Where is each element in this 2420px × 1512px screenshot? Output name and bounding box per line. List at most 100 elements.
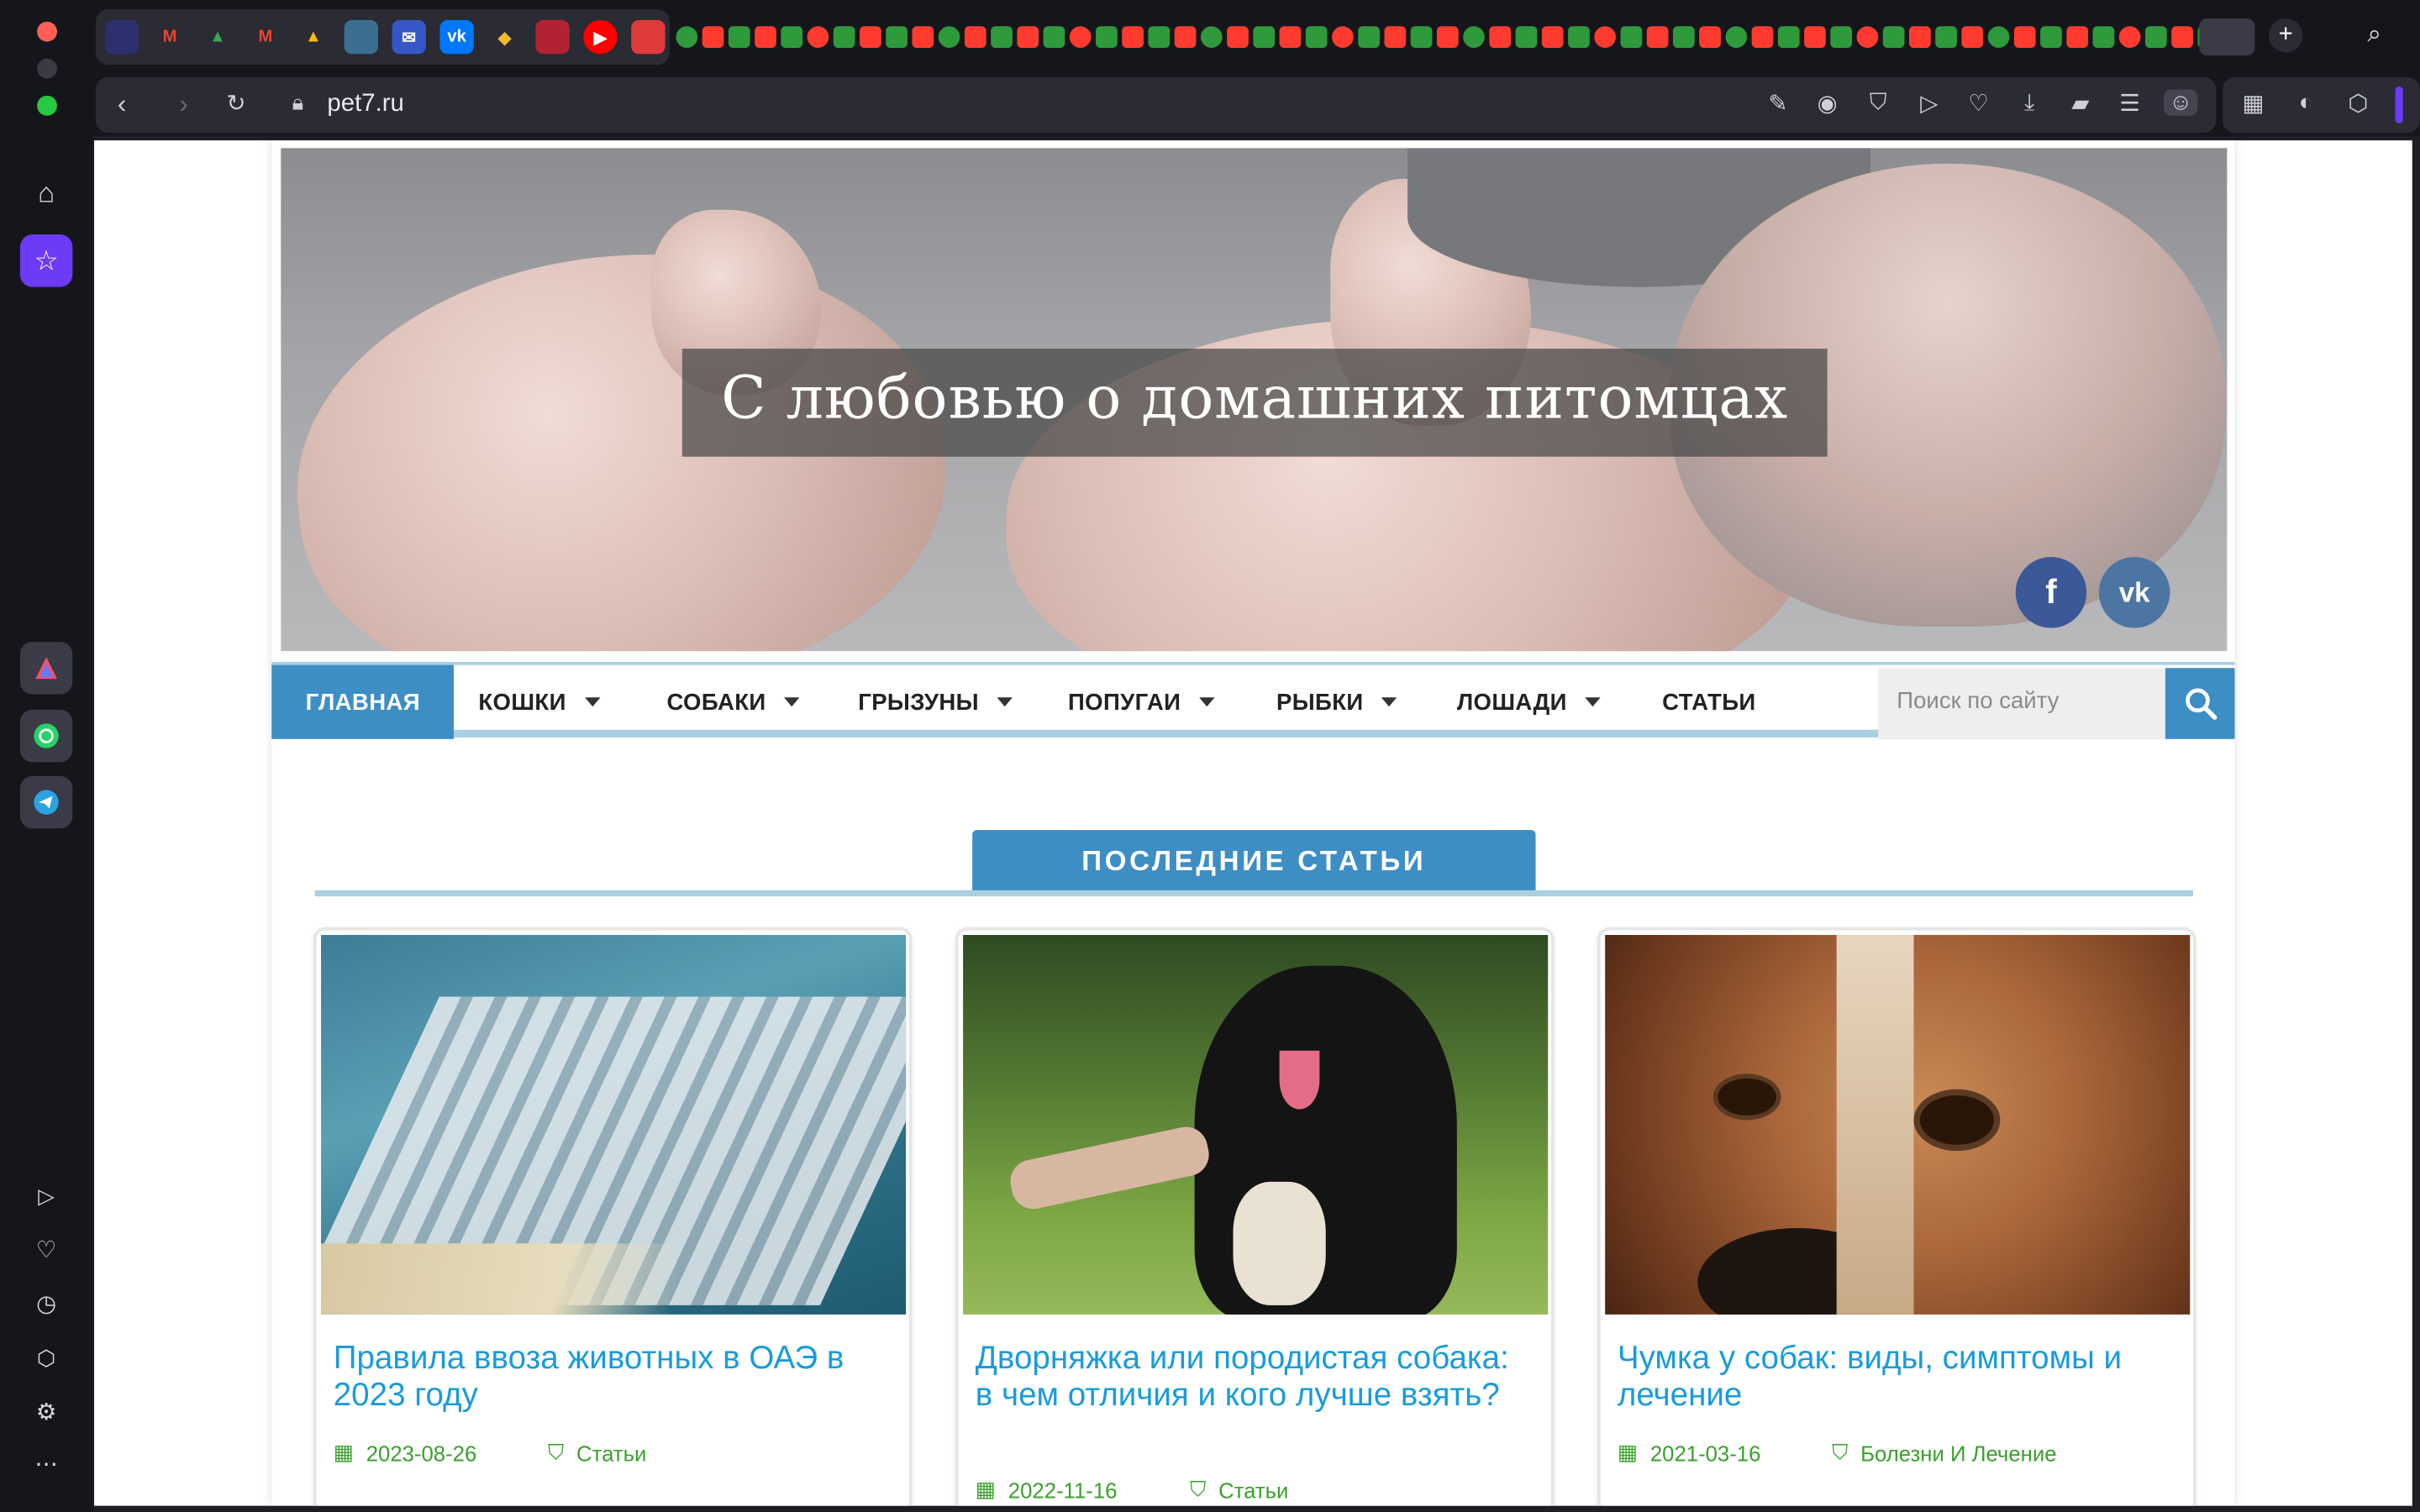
telegram-icon[interactable] xyxy=(19,775,73,829)
shield-icon[interactable]: ⛉ xyxy=(1861,90,1895,116)
tab-favicon[interactable] xyxy=(1594,26,1617,48)
tab-favicon[interactable] xyxy=(2171,26,2193,48)
send-icon[interactable]: ▷ xyxy=(1912,90,1946,117)
tab-favicon[interactable] xyxy=(1751,26,1774,48)
youtube-tab-icon[interactable]: ▶ xyxy=(583,19,618,55)
tab-favicon[interactable] xyxy=(1699,26,1721,48)
article-category[interactable]: ⛉ Статьи xyxy=(1190,1477,1288,1503)
url-field[interactable]: pet7.ru xyxy=(327,91,403,118)
menu-item-parrots[interactable]: ПОПУГАИ xyxy=(1068,665,1215,739)
search-input[interactable]: Поиск по сайту xyxy=(1878,668,2165,739)
tab-favicon[interactable] xyxy=(1725,26,1748,48)
tab-favicon[interactable] xyxy=(1777,26,1800,48)
tab-favicon[interactable] xyxy=(1646,26,1669,48)
article-image[interactable] xyxy=(963,935,1549,1315)
tab-favicon[interactable] xyxy=(1908,26,1931,48)
battery-icon[interactable]: ▰ xyxy=(2064,90,2097,117)
tab-favicon[interactable] xyxy=(1227,26,1249,48)
tab-favicon[interactable] xyxy=(2092,26,2115,48)
tab-favicon[interactable] xyxy=(1620,26,1643,48)
tab-favicon[interactable] xyxy=(1096,26,1118,48)
tab-favicon[interactable] xyxy=(1017,26,1039,48)
drive-tab-icon[interactable]: ▲ xyxy=(297,20,330,54)
tab-favicon[interactable] xyxy=(938,26,960,48)
back-icon[interactable]: ‹ xyxy=(105,90,139,121)
tab-favicon[interactable] xyxy=(2040,26,2062,48)
player-icon[interactable]: ▷ xyxy=(20,1169,72,1221)
cube-icon[interactable]: ⬡ xyxy=(2341,90,2375,117)
facebook-button[interactable]: f xyxy=(2015,557,2087,628)
tab-favicon[interactable] xyxy=(755,26,776,48)
menu-item-dogs[interactable]: СОБАКИ xyxy=(666,665,800,739)
gmail-tab-icon[interactable]: M xyxy=(249,20,282,54)
tab-favicon[interactable] xyxy=(1384,26,1407,48)
menu-item-cats[interactable]: КОШКИ xyxy=(478,665,601,739)
article-image[interactable] xyxy=(321,935,907,1315)
vk-tab-icon[interactable]: vk xyxy=(439,19,474,55)
tab-favicon[interactable] xyxy=(1804,26,1826,48)
tab-favicon[interactable] xyxy=(1358,26,1381,48)
tab-favicon[interactable] xyxy=(1253,26,1276,48)
tab-favicon[interactable] xyxy=(1436,26,1459,48)
tab-favicon[interactable] xyxy=(781,26,803,48)
tab-favicon[interactable] xyxy=(833,26,855,48)
menu-item-fish[interactable]: РЫБКИ xyxy=(1276,665,1397,739)
menu-item-horses[interactable]: ЛОШАДИ xyxy=(1457,665,1602,739)
tab-favicon[interactable] xyxy=(2118,26,2141,48)
cube-icon[interactable]: ⬡ xyxy=(20,1331,72,1383)
tab-favicon[interactable] xyxy=(1830,26,1853,48)
camera-icon[interactable]: ◉ xyxy=(1810,90,1844,117)
profile-icon[interactable]: ☺ xyxy=(2164,89,2198,116)
star-icon[interactable]: ☆ xyxy=(19,234,73,287)
tab-favicon[interactable] xyxy=(912,26,934,48)
extension-icon[interactable]: ▦ xyxy=(2236,90,2270,117)
tab-favicon[interactable] xyxy=(1961,26,1984,48)
tab-favicon[interactable] xyxy=(676,26,698,48)
settings-icon[interactable]: ⚙ xyxy=(20,1385,72,1437)
drive-tab-icon[interactable]: ▲ xyxy=(201,20,234,54)
tab-favicon[interactable] xyxy=(1305,26,1328,48)
tab-favicon[interactable] xyxy=(728,26,750,48)
binance-tab-icon[interactable]: ◆ xyxy=(487,20,521,54)
article-card[interactable]: Дворняжка или породистая собака: в чем о… xyxy=(955,927,1555,1506)
tab-favicon[interactable] xyxy=(1174,26,1197,48)
article-card[interactable]: Правила ввоза животных в ОАЭ в 2023 году… xyxy=(313,927,913,1506)
forward-icon[interactable]: › xyxy=(166,90,200,121)
easy-setup-icon[interactable]: ☰ xyxy=(2112,90,2146,117)
gmail-tab-icon[interactable]: M xyxy=(153,20,187,54)
tab-favicon[interactable] xyxy=(1882,26,1905,48)
article-title[interactable]: Правила ввоза животных в ОАЭ в 2023 году xyxy=(334,1341,889,1415)
aria-app-icon[interactable] xyxy=(19,642,73,695)
article-image[interactable] xyxy=(1605,935,2191,1315)
edit-icon[interactable]: ✎ xyxy=(1761,90,1795,117)
article-card[interactable]: Чумка у собак: виды, симптомы и лечение … xyxy=(1597,927,2196,1506)
tab-favicon[interactable] xyxy=(991,26,1013,48)
article-title[interactable]: Чумка у собак: виды, симптомы и лечение xyxy=(1618,1341,2173,1415)
menu-item-main[interactable]: ГЛАВНАЯ xyxy=(271,664,455,739)
minimize-window-button[interactable] xyxy=(37,58,57,79)
vk-button[interactable]: vk xyxy=(2098,557,2170,628)
active-tab[interactable] xyxy=(2199,18,2255,56)
article-title[interactable]: Дворняжка или породистая собака: в чем о… xyxy=(976,1341,1531,1415)
tab-favicon[interactable] xyxy=(1463,26,1485,48)
pinned-tab[interactable] xyxy=(104,19,139,55)
tab-favicon[interactable] xyxy=(1541,26,1564,48)
maximize-window-button[interactable] xyxy=(37,95,57,116)
mail-tab-icon[interactable]: ✉ xyxy=(392,19,426,55)
search-button[interactable] xyxy=(2165,668,2235,739)
tab-favicon[interactable] xyxy=(1568,26,1590,48)
tab-favicon[interactable] xyxy=(1279,26,1302,48)
tab-favicon[interactable] xyxy=(1122,26,1144,48)
search-tabs-icon[interactable]: ⌕ xyxy=(2367,22,2381,50)
article-category[interactable]: ⛉ Болезни И Лечение xyxy=(1832,1440,2056,1466)
tab-favicon[interactable] xyxy=(2145,26,2167,48)
tab-strip[interactable] xyxy=(676,18,2249,55)
tab-favicon[interactable] xyxy=(860,26,881,48)
tab-favicon[interactable] xyxy=(1069,26,1092,48)
tab-favicon[interactable] xyxy=(1515,26,1538,48)
flag-tab-icon[interactable] xyxy=(535,19,570,55)
tab-favicon[interactable] xyxy=(1200,26,1223,48)
whatsapp-icon[interactable] xyxy=(19,709,73,763)
tab-favicon[interactable] xyxy=(2013,26,2036,48)
tab-favicon[interactable] xyxy=(1856,26,1879,48)
